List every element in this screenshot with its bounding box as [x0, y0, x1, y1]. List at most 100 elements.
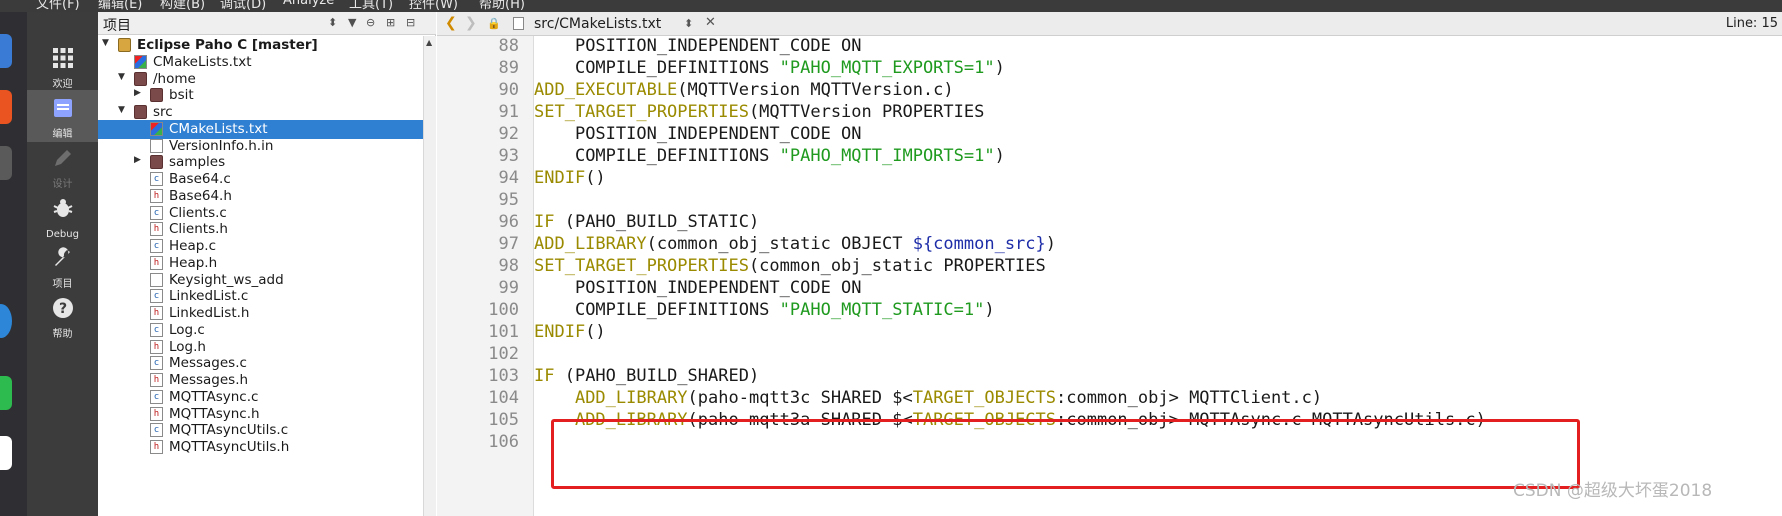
link-icon[interactable]: ⊖ [366, 16, 375, 29]
dock-app-icon[interactable] [0, 146, 12, 180]
cursor-position[interactable]: Line: 15 [1726, 16, 1778, 31]
menu-item[interactable]: 构建(B) [160, 0, 205, 12]
tree-item-label: LinkedList.c [169, 288, 249, 305]
close-pane-icon[interactable]: ⊟ [406, 16, 415, 29]
tree-item-label: Log.c [169, 321, 205, 338]
code-line: IF (PAHO_BUILD_SHARED) [534, 366, 759, 386]
code-token: (PAHO_BUILD_SHARED) [554, 366, 760, 386]
os-dock [0, 12, 27, 516]
tree-item-label: MQTTAsyncUtils.h [169, 439, 290, 455]
tree-item-label: Heap.h [169, 254, 218, 271]
split-icon[interactable]: ⊞ [386, 16, 395, 29]
code-line: POSITION_INDEPENDENT_CODE ON [534, 278, 862, 298]
code-token: (common_obj_static OBJECT [646, 234, 913, 254]
line-number: 103 [488, 366, 519, 386]
line-number: 105 [488, 410, 519, 430]
menu-item[interactable]: 调试(D) [220, 0, 266, 12]
editor-file-name[interactable]: src/CMakeLists.txt [534, 16, 661, 32]
nav-forward-icon[interactable]: ❯ [465, 15, 477, 31]
edit-doc-icon [51, 96, 75, 120]
expand-arrow-icon[interactable]: ▼ [118, 105, 125, 115]
project-icon [118, 38, 131, 52]
lock-icon: 🔒 [487, 17, 501, 30]
code-line: POSITION_INDEPENDENT_CODE ON [534, 124, 862, 144]
mode-help[interactable]: ? 帮助 [27, 290, 98, 342]
folder-icon [150, 155, 163, 170]
line-number-gutter: 88 89 90 91 92 93 94 95 96 97 98 99 100 101 102 103 104 1… [437, 36, 534, 516]
mode-sidebar: 欢迎编辑 设计 Debug 项目? 帮助 [27, 12, 98, 516]
header-file-icon: h [150, 188, 163, 203]
header-file-icon: h [150, 339, 163, 354]
dock-app-icon[interactable] [0, 436, 12, 470]
code-line: POSITION_INDEPENDENT_CODE ON [534, 36, 862, 56]
code-line: ENDIF() [534, 168, 606, 188]
code-line: IF (PAHO_BUILD_STATIC) [534, 212, 759, 232]
code-token: COMPILE_DEFINITIONS [574, 300, 780, 320]
dock-app-icon[interactable] [0, 34, 12, 68]
code-token: POSITION_INDEPENDENT_CODE ON [574, 124, 862, 144]
tree-item-label: CMakeLists.txt [169, 120, 268, 137]
mode-edit-doc[interactable]: 编辑 [27, 90, 98, 142]
tree-item-label: samples [169, 154, 226, 171]
code-line: COMPILE_DEFINITIONS "PAHO_MQTT_EXPORTS=1… [534, 58, 1005, 78]
code-token: ADD_LIBRARY [534, 234, 647, 254]
tree-item-label: /home [153, 70, 196, 87]
line-number: 100 [488, 300, 519, 320]
wrench-icon [51, 246, 75, 270]
menu-item[interactable]: 编辑(E) [98, 0, 142, 12]
code-token: "PAHO_MQTT_STATIC=1" [779, 300, 985, 320]
collapse-arrow-icon[interactable]: ▶ [134, 88, 141, 98]
dock-app-icon[interactable] [0, 304, 12, 338]
view-select-icon[interactable]: ⬍ [328, 16, 337, 29]
c-file-icon: c [150, 239, 163, 253]
close-editor-icon[interactable]: ✕ [705, 15, 716, 30]
menu-item[interactable]: 帮助(H) [479, 0, 525, 12]
mode-grid[interactable]: 欢迎 [27, 40, 98, 92]
menu-item[interactable]: 文件(F) [36, 0, 80, 12]
menu-item[interactable]: 控件(W) [409, 0, 458, 12]
file-type-icon [513, 17, 524, 30]
line-number: 91 [498, 102, 519, 122]
tree-item-label: bsit [169, 87, 194, 104]
project-pane-title: 项目 [103, 18, 131, 34]
mode-bug[interactable]: Debug [27, 190, 98, 242]
line-number: 102 [488, 344, 519, 364]
menu-item[interactable]: Analyze [283, 0, 334, 8]
code-token: IF [534, 212, 555, 232]
header-file-icon: h [150, 440, 163, 454]
tree-item-label: src [153, 104, 173, 120]
nav-back-icon[interactable]: ❮ [445, 15, 457, 31]
code-token: TARGET_OBJECTS [912, 388, 1057, 408]
line-number: 93 [498, 146, 519, 166]
project-pane: 项目 ⬍ ▼ ⊖ ⊞ ⊟ ▼ Eclipse Paho C [master] CMa… [98, 12, 436, 516]
code-token: (common_obj_static PROPERTIES [748, 256, 1046, 276]
code-line: ADD_LIBRARY(paho-mqtt3c SHARED $<TARGET_… [534, 388, 1322, 408]
expand-arrow-icon[interactable]: ▼ [102, 38, 109, 48]
expand-arrow-icon[interactable]: ▼ [118, 72, 125, 82]
menu-item[interactable]: 工具(T) [349, 0, 393, 12]
header-file-icon: h [150, 255, 163, 270]
tree-item[interactable]: h MQTTAsyncUtils.h [98, 438, 423, 457]
mode-pencil[interactable]: 设计 [27, 140, 98, 192]
dock-app-icon[interactable] [0, 90, 12, 124]
dock-app-icon[interactable] [0, 376, 12, 410]
code-line: ADD_LIBRARY(common_obj_static OBJECT ${c… [534, 234, 1056, 254]
file-switch-icon[interactable]: ⬍ [684, 17, 693, 30]
scroll-up-icon[interactable]: ▲ [426, 38, 432, 47]
c-file-icon: c [150, 389, 163, 404]
mode-label: 编辑 [52, 129, 73, 140]
mode-wrench[interactable]: 项目 [27, 240, 98, 292]
tree-item-label: Heap.c [169, 238, 217, 254]
filter-icon[interactable]: ▼ [348, 16, 356, 29]
collapse-arrow-icon[interactable]: ▶ [134, 155, 141, 165]
code-token: "PAHO_MQTT_EXPORTS=1" [779, 58, 995, 78]
tree-item-label: Messages.h [169, 372, 249, 388]
code-token: (MQTTVersion PROPERTIES [748, 102, 985, 122]
project-tree-scrollbar[interactable]: ▲ [423, 36, 436, 516]
code-token: "PAHO_MQTT_IMPORTS=1" [779, 146, 995, 166]
project-pane-header: 项目 ⬍ ▼ ⊖ ⊞ ⊟ [98, 12, 436, 35]
code-token: ADD_LIBRARY [574, 388, 688, 408]
